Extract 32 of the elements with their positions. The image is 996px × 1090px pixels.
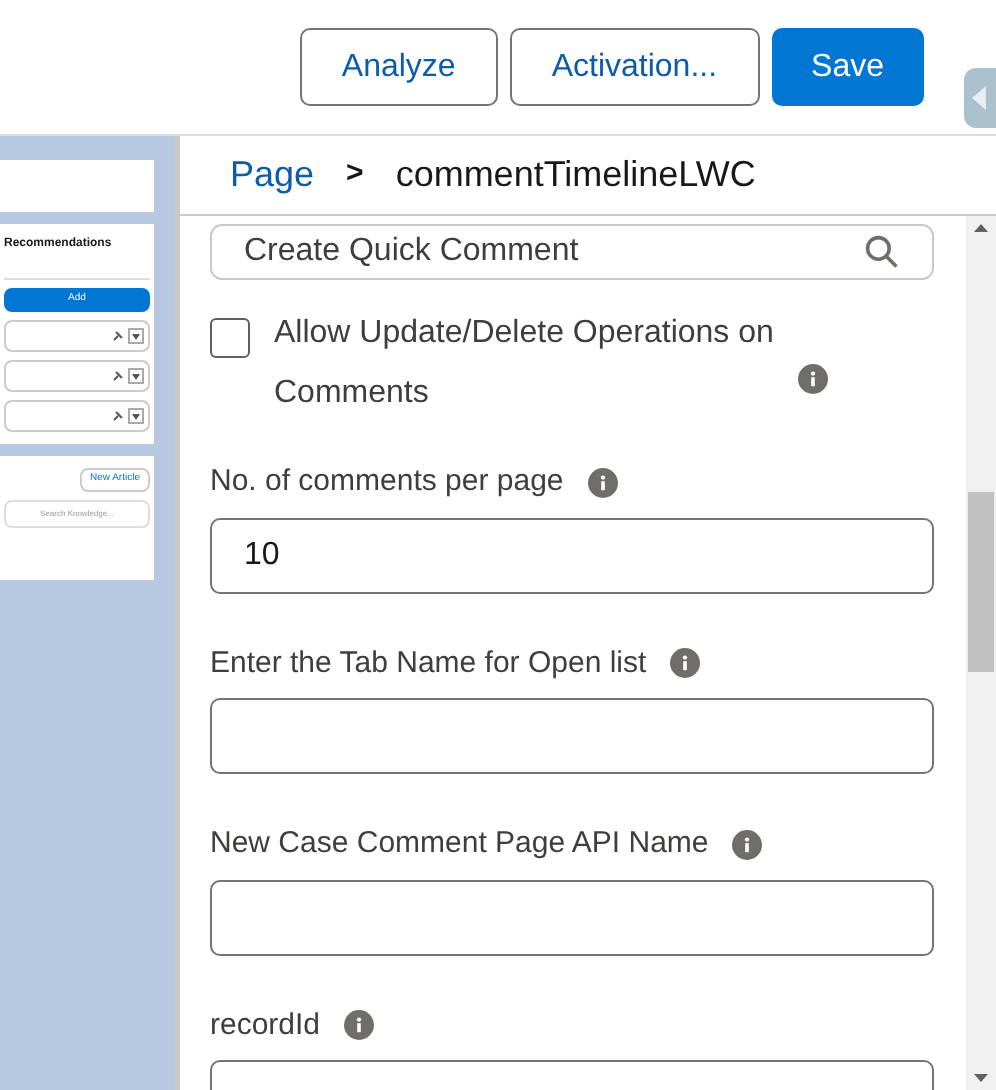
field-label: recordId bbox=[210, 1005, 321, 1045]
field-label: Enter the Tab Name for Open list bbox=[210, 643, 647, 683]
toolbar-button[interactable]: Analyze bbox=[299, 28, 498, 106]
pin-icon bbox=[112, 330, 124, 342]
dropdown-icon bbox=[128, 368, 144, 384]
pin-icon bbox=[112, 410, 124, 422]
pin-icon bbox=[112, 370, 124, 382]
field-label: New Case Comment Page API Name bbox=[210, 824, 709, 864]
input-field[interactable] bbox=[210, 698, 934, 774]
input-field[interactable] bbox=[210, 879, 934, 955]
breadcrumb-current: commentTimelineLWC bbox=[395, 152, 756, 198]
scroll-up-icon[interactable] bbox=[974, 224, 988, 232]
scroll-down-icon[interactable] bbox=[974, 1074, 988, 1082]
checkbox-label: Allow Update/Delete Operations on Comments bbox=[274, 314, 774, 414]
info-icon[interactable] bbox=[732, 829, 763, 860]
scrollbar-thumb[interactable] bbox=[968, 492, 994, 672]
search-icon bbox=[864, 234, 900, 270]
breadcrumb-separator: > bbox=[346, 154, 364, 195]
info-icon[interactable] bbox=[670, 648, 701, 679]
dropdown-icon bbox=[128, 328, 144, 344]
info-icon[interactable] bbox=[587, 467, 618, 498]
checkbox[interactable] bbox=[210, 318, 250, 358]
breadcrumb-link[interactable]: Page bbox=[230, 148, 315, 202]
input-field[interactable]: 10 bbox=[210, 517, 934, 593]
caret-icon bbox=[972, 86, 988, 110]
toolbar-button[interactable]: Activation... bbox=[509, 28, 760, 106]
lookup-field[interactable]: Create Quick Comment bbox=[210, 224, 934, 280]
info-icon[interactable] bbox=[798, 364, 828, 395]
info-icon[interactable] bbox=[344, 1010, 375, 1041]
save-button[interactable]: Save bbox=[771, 28, 924, 106]
dropdown-icon bbox=[128, 408, 144, 424]
field-label: No. of comments per page bbox=[210, 462, 564, 502]
